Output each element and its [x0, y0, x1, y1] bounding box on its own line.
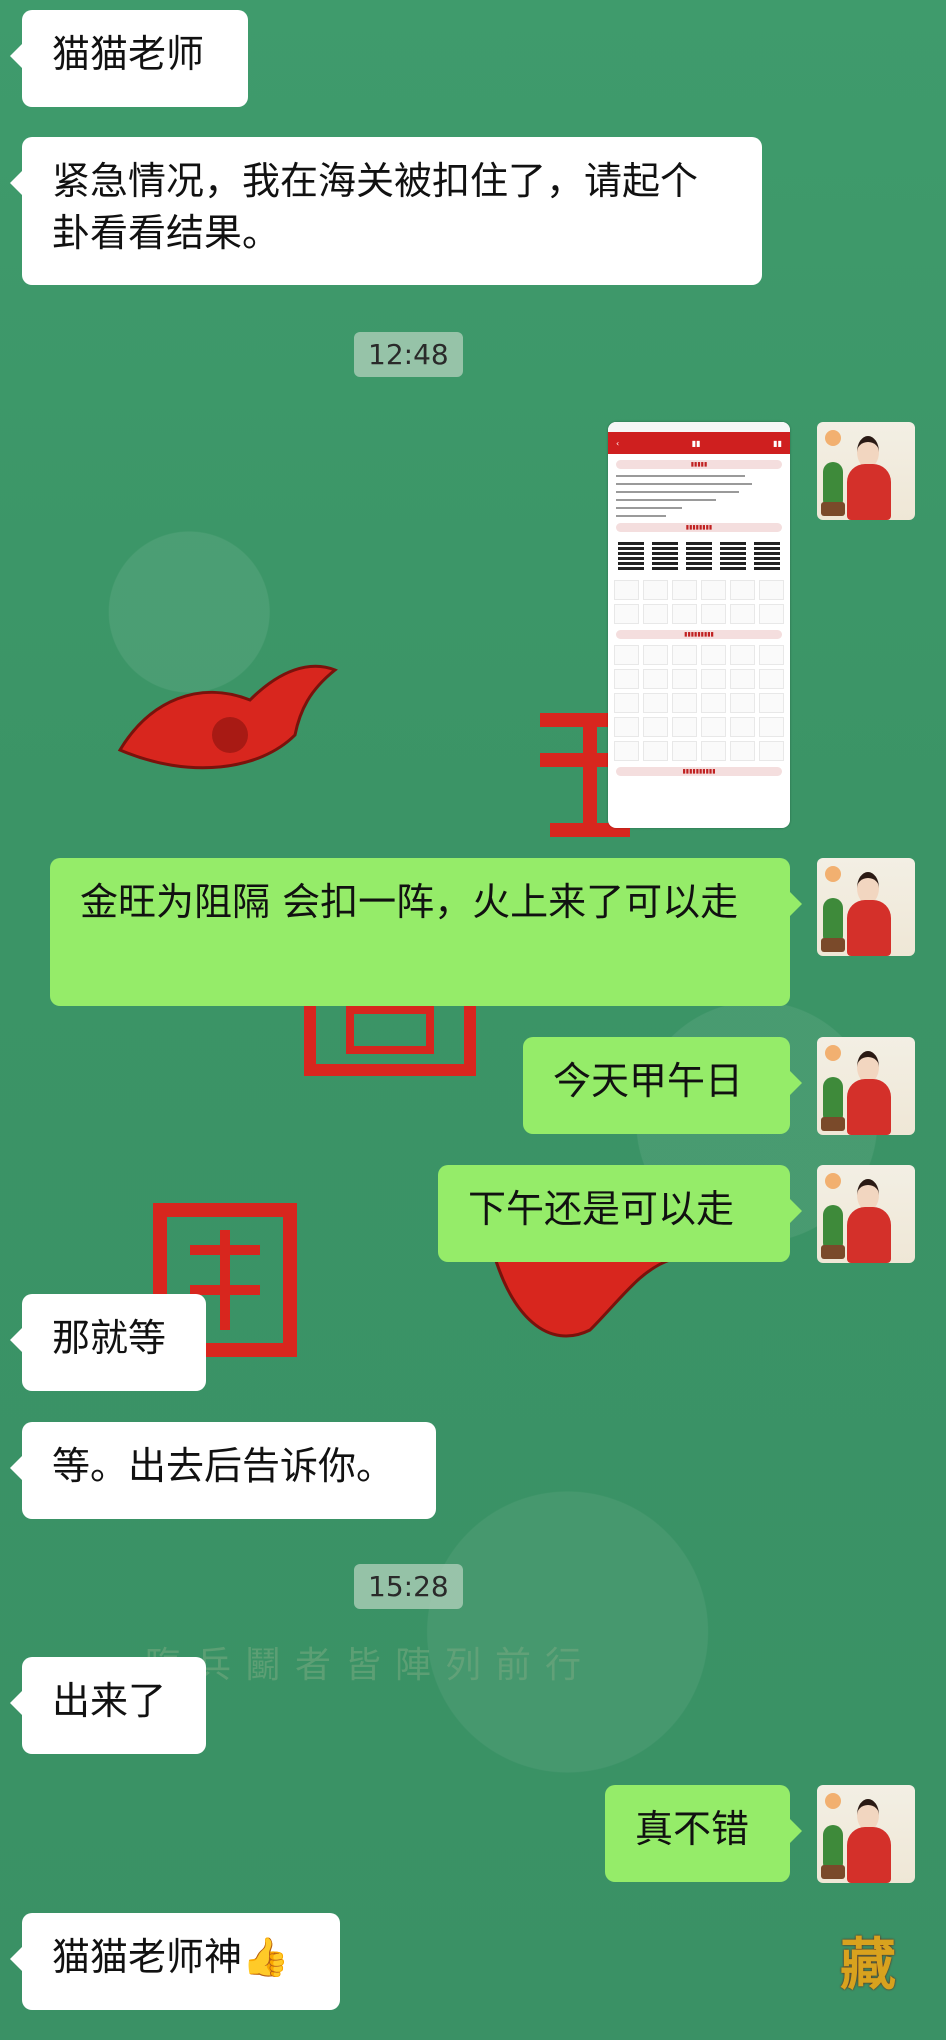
avatar[interactable]	[817, 1037, 915, 1135]
message-bubble-incoming[interactable]: 猫猫老师	[10, 10, 248, 107]
message-text: 猫猫老师神👍	[52, 1935, 290, 1979]
avatar[interactable]	[817, 1165, 915, 1263]
message-text: 金旺为阻隔 会扣一阵，火上来了可以走	[80, 880, 739, 924]
message-bubble-incoming[interactable]: 那就等	[10, 1294, 206, 1391]
message-bubble-outgoing[interactable]: 真不错	[605, 1785, 802, 1882]
message-text: 下午还是可以走	[468, 1187, 735, 1231]
avatar[interactable]	[817, 1785, 915, 1883]
background-corner-text: 藏	[840, 1932, 896, 1998]
background-decoration-bird-icon	[110, 640, 340, 800]
message-text: 今天甲午日	[553, 1059, 744, 1103]
message-bubble-incoming[interactable]: 紧急情况，我在海关被扣住了，请起个卦看看结果。	[10, 137, 762, 285]
message-text: 等。出去后告诉你。	[52, 1444, 395, 1488]
message-bubble-incoming[interactable]: 等。出去后告诉你。	[10, 1422, 436, 1519]
message-text: 那就等	[52, 1316, 167, 1360]
message-bubble-outgoing[interactable]: 今天甲午日	[523, 1037, 802, 1134]
message-text: 出来了	[52, 1679, 167, 1723]
message-bubble-incoming[interactable]: 猫猫老师神👍	[10, 1913, 340, 2010]
message-bubble-outgoing[interactable]: 金旺为阻隔 会扣一阵，火上来了可以走	[50, 858, 802, 1006]
timestamp: 12:48	[354, 332, 463, 377]
avatar[interactable]	[817, 858, 915, 956]
message-bubble-incoming[interactable]: 出来了	[10, 1657, 206, 1754]
timestamp: 15:28	[354, 1564, 463, 1609]
message-text: 真不错	[635, 1807, 750, 1851]
avatar[interactable]	[817, 422, 915, 520]
message-text: 猫猫老师	[52, 32, 205, 76]
message-text: 紧急情况，我在海关被扣住了，请起个卦看看结果。	[52, 159, 699, 255]
message-bubble-outgoing[interactable]: 下午还是可以走	[438, 1165, 802, 1262]
background-watermark-text: 臨兵鬭者皆陣列前行	[145, 1645, 596, 1686]
image-message[interactable]: ‹ ▮▮ ▮▮ ▮▮▮▮▮ ▮▮▮▮▮▮▮▮ ▮▮▮▮▮▮▮▮▮ ▮▮▮▮▮▮▮▮▮…	[608, 422, 790, 828]
